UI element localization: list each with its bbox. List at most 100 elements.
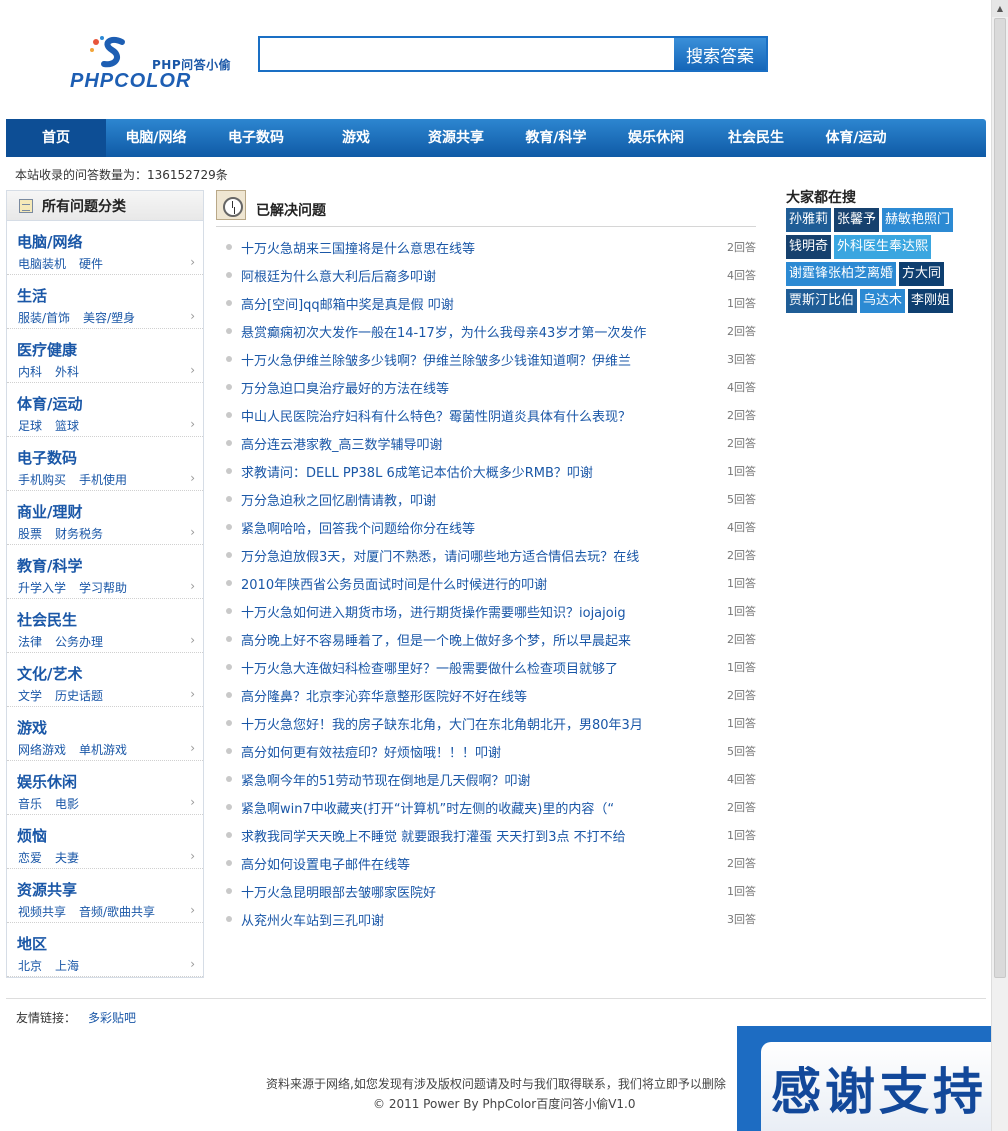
question-link[interactable]: 十万火急胡来三国撞将是什么意思在线等 [241, 238, 681, 257]
chevron-right-icon[interactable]: › [190, 741, 195, 755]
question-link[interactable]: 高分连云港家教_高三数学辅导叩谢 [241, 434, 681, 453]
category-name[interactable]: 电脑/网络 [17, 231, 82, 252]
question-link[interactable]: 阿根廷为什么意大利后后裔多叩谢 [241, 266, 681, 285]
subcategory-link[interactable]: 电影 [55, 797, 79, 811]
question-link[interactable]: 求教我同学天天晚上不睡觉 就要跟我打灌蛋 天天打到3点 不打不给 [241, 826, 681, 845]
question-link[interactable]: 万分急迫放假3天，对厦门不熟悉，请问哪些地方适合情侣去玩？在线 [241, 546, 681, 565]
nav-item[interactable]: 娱乐休闲 [606, 119, 706, 157]
subcategory-link[interactable]: 外科 [55, 365, 79, 379]
chevron-right-icon[interactable]: › [190, 957, 195, 971]
scroll-thumb[interactable] [994, 18, 1006, 978]
question-link[interactable]: 求教请问：DELL PP38L 6成笔记本估价大概多少RMB？叩谢 [241, 462, 681, 481]
site-logo[interactable]: PHP问答小偷 PHPCOLOR [68, 36, 250, 92]
nav-item[interactable]: 游戏 [306, 119, 406, 157]
vertical-scrollbar[interactable]: ▲ [991, 0, 1008, 1131]
question-link[interactable]: 紧急啊哈哈，回答我个问题给你分在线等 [241, 518, 681, 537]
nav-item[interactable]: 资源共享 [406, 119, 506, 157]
chevron-right-icon[interactable]: › [190, 903, 195, 917]
subcategory-link[interactable]: 文学 [18, 689, 42, 703]
scroll-up-icon[interactable]: ▲ [992, 0, 1008, 17]
category-name[interactable]: 体育/运动 [17, 393, 82, 414]
friend-link[interactable]: 多彩贴吧 [88, 1011, 136, 1025]
category-name[interactable]: 烦恼 [17, 825, 47, 846]
search-button[interactable]: 搜索答案 [674, 38, 766, 70]
subcategory-link[interactable]: 网络游戏 [18, 743, 66, 757]
category-name[interactable]: 娱乐休闲 [17, 771, 77, 792]
category-name[interactable]: 医疗健康 [17, 339, 77, 360]
question-link[interactable]: 紧急啊今年的51劳动节现在倒地是几天假啊？叩谢 [241, 770, 681, 789]
question-link[interactable]: 十万火急昆明眼部去皱哪家医院好 [241, 882, 681, 901]
hot-search-tag[interactable]: 钱明奇 [786, 235, 832, 259]
subcategory-link[interactable]: 服装/首饰 [18, 311, 70, 325]
nav-item[interactable]: 社会民生 [706, 119, 806, 157]
nav-item[interactable]: 教育/科学 [506, 119, 606, 157]
chevron-right-icon[interactable]: › [190, 471, 195, 485]
subcategory-link[interactable]: 内科 [18, 365, 42, 379]
nav-item[interactable]: 电子数码 [206, 119, 306, 157]
question-link[interactable]: 悬赏癫痫初次大发作一般在14-17岁，为什么我母亲43岁才第一次发作 [241, 322, 681, 341]
hot-search-tag[interactable]: 张馨予 [834, 208, 880, 232]
subcategory-link[interactable]: 硬件 [79, 257, 103, 271]
nav-item[interactable]: 首页 [6, 119, 106, 157]
subcategory-link[interactable]: 美容/塑身 [83, 311, 135, 325]
chevron-right-icon[interactable]: › [190, 309, 195, 323]
nav-item[interactable]: 电脑/网络 [106, 119, 206, 157]
subcategory-link[interactable]: 财务税务 [55, 527, 103, 541]
hot-search-tag[interactable]: 李刚姐 [908, 289, 954, 313]
subcategory-link[interactable]: 夫妻 [55, 851, 79, 865]
hot-search-tag[interactable]: 乌达木 [860, 289, 906, 313]
category-name[interactable]: 社会民生 [17, 609, 77, 630]
nav-item[interactable]: 体育/运动 [806, 119, 906, 157]
subcategory-link[interactable]: 篮球 [55, 419, 79, 433]
category-name[interactable]: 游戏 [17, 717, 47, 738]
hot-search-tag[interactable]: 贾斯汀比伯 [786, 289, 858, 313]
chevron-right-icon[interactable]: › [190, 633, 195, 647]
category-name[interactable]: 地区 [17, 933, 47, 954]
subcategory-link[interactable]: 视频共享 [18, 905, 66, 919]
chevron-right-icon[interactable]: › [190, 849, 195, 863]
category-name[interactable]: 生活 [17, 285, 47, 306]
question-link[interactable]: 紧急啊win7中收藏夹(打开“计算机”时左侧的收藏夹)里的内容（“ [241, 798, 681, 817]
category-name[interactable]: 资源共享 [17, 879, 77, 900]
subcategory-link[interactable]: 北京 [18, 959, 42, 973]
question-link[interactable]: 高分晚上好不容易睡着了，但是一个晚上做好多个梦，所以早晨起来 [241, 630, 681, 649]
question-link[interactable]: 十万火急伊维兰除皱多少钱啊？伊维兰除皱多少钱谁知道啊？伊维兰 [241, 350, 681, 369]
question-link[interactable]: 高分如何更有效祛痘印？好烦恼哦！！！叩谢 [241, 742, 681, 761]
chevron-right-icon[interactable]: › [190, 363, 195, 377]
subcategory-link[interactable]: 足球 [18, 419, 42, 433]
subcategory-link[interactable]: 单机游戏 [79, 743, 127, 757]
chevron-right-icon[interactable]: › [190, 525, 195, 539]
hot-search-tag[interactable]: 谢霆锋张柏芝离婚 [786, 262, 897, 286]
subcategory-link[interactable]: 音乐 [18, 797, 42, 811]
search-input[interactable] [260, 38, 674, 70]
subcategory-link[interactable]: 法律 [18, 635, 42, 649]
category-name[interactable]: 教育/科学 [17, 555, 82, 576]
question-link[interactable]: 万分急迫秋之回忆剧情请教，叩谢 [241, 490, 681, 509]
subcategory-link[interactable]: 股票 [18, 527, 42, 541]
question-link[interactable]: 十万火急大连做妇科检查哪里好？一般需要做什么检查项目就够了 [241, 658, 681, 677]
hot-search-tag[interactable]: 孙雅莉 [786, 208, 832, 232]
subcategory-link[interactable]: 上海 [55, 959, 79, 973]
category-name[interactable]: 文化/艺术 [17, 663, 82, 684]
question-link[interactable]: 十万火急如何进入期货市场，进行期货操作需要哪些知识？iojajoig [241, 602, 681, 621]
chevron-right-icon[interactable]: › [190, 579, 195, 593]
chevron-right-icon[interactable]: › [190, 795, 195, 809]
question-link[interactable]: 十万火急您好！我的房子缺东北角，大门在东北角朝北开，男80年3月 [241, 714, 681, 733]
question-link[interactable]: 中山人民医院治疗妇科有什么特色？霉菌性阴道炎具体有什么表现？ [241, 406, 681, 425]
chevron-right-icon[interactable]: › [190, 417, 195, 431]
subcategory-link[interactable]: 学习帮助 [79, 581, 127, 595]
question-link[interactable]: 万分急迫口臭治疗最好的方法在线等 [241, 378, 681, 397]
subcategory-link[interactable]: 升学入学 [18, 581, 66, 595]
chevron-right-icon[interactable]: › [190, 687, 195, 701]
question-link[interactable]: 2010年陕西省公务员面试时间是什么时候进行的叩谢 [241, 574, 681, 593]
question-link[interactable]: 高分如何设置电子邮件在线等 [241, 854, 681, 873]
subcategory-link[interactable]: 音频/歌曲共享 [79, 905, 155, 919]
subcategory-link[interactable]: 历史话题 [55, 689, 103, 703]
question-link[interactable]: 从兖州火车站到三孔叩谢 [241, 910, 681, 929]
hot-search-tag[interactable]: 方大同 [899, 262, 945, 286]
chevron-right-icon[interactable]: › [190, 255, 195, 269]
subcategory-link[interactable]: 手机购买 [18, 473, 66, 487]
subcategory-link[interactable]: 电脑装机 [18, 257, 66, 271]
question-link[interactable]: 高分隆鼻？北京李沁弈华意整形医院好不好在线等 [241, 686, 681, 705]
subcategory-link[interactable]: 公务办理 [55, 635, 103, 649]
